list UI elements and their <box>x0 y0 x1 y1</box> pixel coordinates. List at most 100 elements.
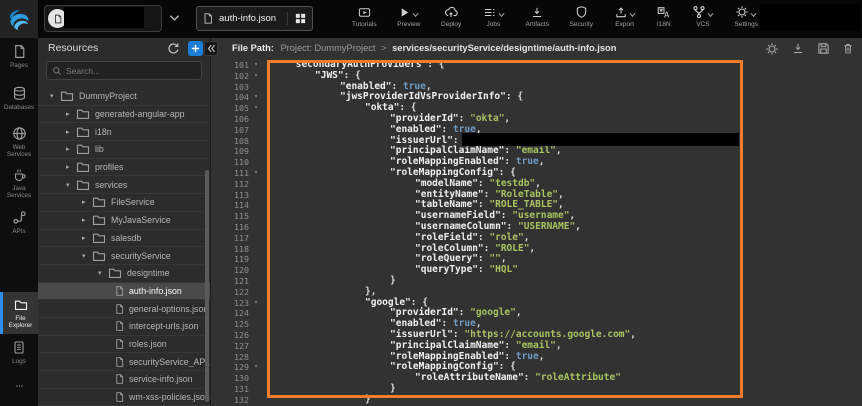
rail-item-logs[interactable]: Logs <box>0 340 38 365</box>
caret-down-icon[interactable]: ▾ <box>98 269 107 277</box>
fold-toggle-icon[interactable]: ▾ <box>249 71 263 82</box>
code-line-108: 108"issuerUrl": <box>211 136 862 147</box>
rail-item-web-services[interactable]: Web Services <box>0 126 38 158</box>
database-icon <box>12 86 27 101</box>
fold-toggle-icon[interactable]: ▾ <box>249 168 263 179</box>
caret-right-icon[interactable]: ▸ <box>82 198 91 206</box>
rail-item-pages[interactable]: Pages <box>0 44 38 69</box>
line-number: 102 <box>211 71 249 82</box>
caret-down-icon[interactable]: ▾ <box>66 181 75 189</box>
tree-item-profiles[interactable]: ▸ profiles <box>38 159 210 177</box>
caret-right-icon[interactable]: ▸ <box>66 128 75 136</box>
top-toolbar: Tutorials Preview Deploy Jobs Artifacts Secur… <box>352 3 758 36</box>
tree-item-MyJavaService[interactable]: ▸MyJavaService <box>38 212 210 230</box>
toolbar-deploy-button[interactable]: Deploy <box>441 3 461 36</box>
tree-item-intercept-urls.json[interactable]: intercept-urls.json <box>38 318 210 336</box>
upload-icon <box>614 6 628 19</box>
code-area[interactable]: 101▾"secondaryAuthProviders": {102▾"JWS"… <box>211 60 862 406</box>
toolbar-label: Preview <box>397 21 420 28</box>
globe-icon <box>12 126 27 141</box>
toolbar-vcs-button[interactable]: VCS <box>692 3 714 36</box>
caret-right-icon[interactable]: ▸ <box>66 163 75 171</box>
toolbar-artifacts-button[interactable]: Artifacts <box>525 3 548 36</box>
chevron-down-icon[interactable] <box>412 12 419 18</box>
open-file-tab[interactable]: auth-info.json <box>196 6 313 31</box>
tree-item-label: profiles <box>95 162 123 172</box>
collapse-panel-button[interactable] <box>204 41 218 56</box>
line-number: 109 <box>211 146 249 157</box>
rail-item-databases[interactable]: Databases <box>0 86 38 111</box>
tree-item-DummyProject[interactable]: ▾DummyProject <box>38 88 210 106</box>
grid-icon[interactable] <box>287 12 307 25</box>
add-resource-button[interactable] <box>188 41 203 56</box>
code-line-124: 124"providerId": "google", <box>211 308 862 319</box>
caret-down-icon[interactable]: ▾ <box>50 92 59 100</box>
fold-toggle-icon[interactable]: ▾ <box>249 60 263 71</box>
toolbar-preview-button[interactable]: Preview <box>397 3 420 36</box>
svg-text:A: A <box>664 11 670 19</box>
tree-item-securityService_API.json[interactable]: securityService_API.json <box>38 353 210 371</box>
toolbar-security-button[interactable]: Security <box>570 3 593 36</box>
code-line-117: 117"roleField": "role", <box>211 233 862 244</box>
tree-item-service-info.json[interactable]: service-info.json <box>38 371 210 389</box>
chevron-down-icon[interactable] <box>707 12 714 18</box>
toolbar-export-button[interactable]: Export <box>614 3 636 36</box>
tree-item-roles.json[interactable]: roles.json <box>38 336 210 354</box>
search-input[interactable] <box>66 66 196 76</box>
line-number: 106 <box>211 114 249 125</box>
fold-toggle-icon[interactable]: ▾ <box>249 92 263 103</box>
tree-item-auth-info.json[interactable]: auth-info.json <box>38 283 210 301</box>
download-icon <box>530 6 544 19</box>
caret-down-icon[interactable]: ▾ <box>82 252 91 260</box>
api-icon <box>12 210 27 225</box>
download-icon[interactable] <box>791 42 805 56</box>
gear-icon[interactable] <box>765 42 779 56</box>
code-line-101: 101▾"secondaryAuthProviders": { <box>211 60 862 71</box>
toolbar-settings-button[interactable]: Settings <box>735 3 759 36</box>
chevron-down-icon[interactable] <box>498 12 505 18</box>
fold-toggle-icon[interactable]: ▾ <box>249 103 263 114</box>
tree-item-FileService[interactable]: ▸FileService <box>38 194 210 212</box>
trash-icon[interactable] <box>842 42 854 56</box>
tree-item-services[interactable]: ▾services <box>38 176 210 194</box>
tree-scrollbar[interactable] <box>205 170 209 402</box>
tree-item-securityService[interactable]: ▾securityService <box>38 247 210 265</box>
chevron-down-icon[interactable] <box>169 14 180 22</box>
toolbar-jobs-button[interactable]: Jobs <box>482 3 505 36</box>
line-number: 112 <box>211 179 249 190</box>
tree-item-lib[interactable]: ▸lib <box>38 141 210 159</box>
rail-item-file-explorer[interactable]: File Explorer <box>0 292 38 334</box>
tree-item-wm-xss-policies.json[interactable]: wm-xss-policies.json <box>38 389 210 406</box>
tree-item-i18n[interactable]: ▸i18n <box>38 123 210 141</box>
caret-right-icon[interactable]: ▸ <box>66 110 75 118</box>
fold-toggle-icon[interactable]: ▾ <box>249 362 263 373</box>
toolbar-i18n-button[interactable]: AI18N <box>656 3 671 36</box>
toolbar-tutorials-button[interactable]: Tutorials <box>352 3 377 36</box>
tree-item-salesdb[interactable]: ▸salesdb <box>38 230 210 248</box>
toolbar-label: Tutorials <box>352 21 377 28</box>
tree-item-designtime[interactable]: ▾designtime <box>38 265 210 283</box>
line-number: 107 <box>211 125 249 136</box>
caret-right-icon[interactable]: ▸ <box>82 216 91 224</box>
toolbar-label: Settings <box>735 21 759 28</box>
fold-toggle-icon[interactable]: ▾ <box>249 298 263 309</box>
tree-item-label: intercept-urls.json <box>129 321 198 331</box>
tree-item-general-options.json[interactable]: general-options.json <box>38 300 210 318</box>
chevron-down-icon[interactable] <box>750 12 757 18</box>
rail-item-more[interactable] <box>0 382 38 390</box>
rail-item-java-services[interactable]: Java Services <box>0 168 38 199</box>
file-tree: ▾DummyProject▸generated-angular-app▸i18n… <box>38 88 210 406</box>
tree-item-generated-angular-app[interactable]: ▸generated-angular-app <box>38 106 210 124</box>
app-logo[interactable] <box>0 0 38 38</box>
translate-icon: A <box>656 6 671 19</box>
refresh-icon[interactable] <box>167 42 180 55</box>
line-number: 130 <box>211 373 249 384</box>
rail-item-apis[interactable]: APIs <box>0 210 38 235</box>
line-number: 115 <box>211 211 249 222</box>
file-tab-label: auth-info.json <box>219 13 276 24</box>
caret-right-icon[interactable]: ▸ <box>82 234 91 242</box>
save-icon[interactable] <box>817 42 830 56</box>
resources-header: Resources <box>38 38 210 60</box>
caret-right-icon[interactable]: ▸ <box>66 145 75 153</box>
chevron-down-icon[interactable] <box>629 12 636 18</box>
